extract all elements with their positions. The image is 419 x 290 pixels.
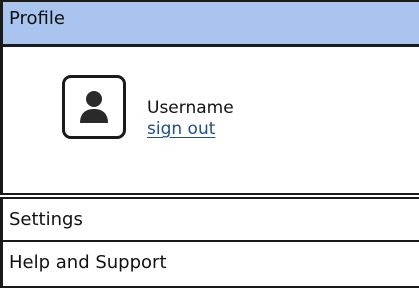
header-title: Profile [9, 8, 65, 29]
profile-panel: Profile Username sign out Settings Help … [0, 0, 419, 290]
menu-item-help-and-support[interactable]: Help and Support [0, 242, 419, 288]
user-silhouette-icon [80, 91, 108, 123]
menu-item-label: Help and Support [9, 252, 167, 273]
username-label: Username [147, 98, 234, 118]
profile-card: Username sign out [0, 45, 419, 195]
sign-out-link[interactable]: sign out [147, 119, 215, 139]
profile-header: Profile [0, 0, 419, 46]
menu-item-settings[interactable]: Settings [0, 197, 419, 242]
avatar [62, 75, 126, 139]
menu-item-label: Settings [9, 209, 83, 230]
